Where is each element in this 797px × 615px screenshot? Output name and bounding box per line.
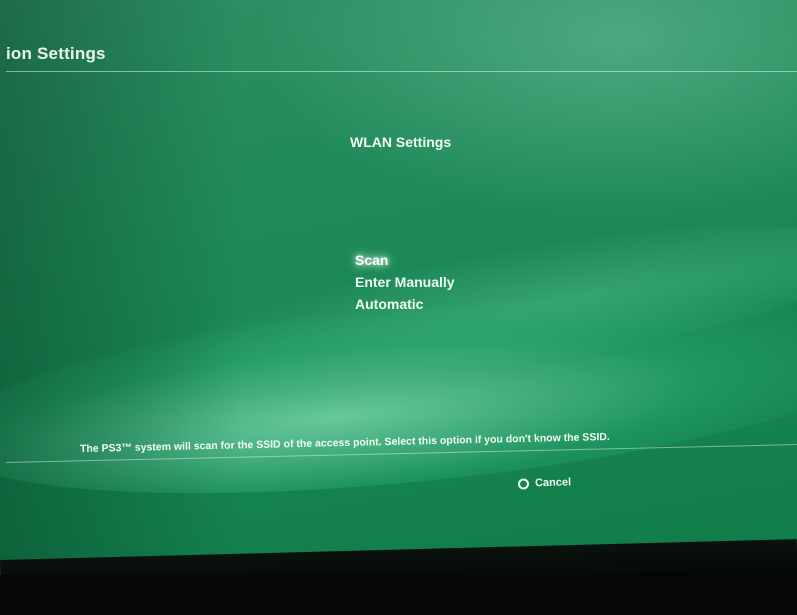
wlan-options-menu: Scan Enter Manually Automatic <box>355 249 455 315</box>
menu-item-scan[interactable]: Scan <box>355 249 455 271</box>
tv-bezel-edge <box>0 575 797 615</box>
page-title: ion Settings <box>6 44 106 63</box>
menu-item-automatic[interactable]: Automatic <box>355 293 455 315</box>
circle-button-icon <box>517 477 530 490</box>
cancel-label: Cancel <box>534 476 572 490</box>
ps3-screen: ion Settings WLAN Settings Scan Enter Ma… <box>0 0 797 602</box>
cancel-button[interactable]: Cancel <box>517 476 572 490</box>
menu-item-enter-manually[interactable]: Enter Manually <box>355 271 455 293</box>
header-divider <box>6 71 797 72</box>
dialog-title: WLAN Settings <box>350 134 452 150</box>
